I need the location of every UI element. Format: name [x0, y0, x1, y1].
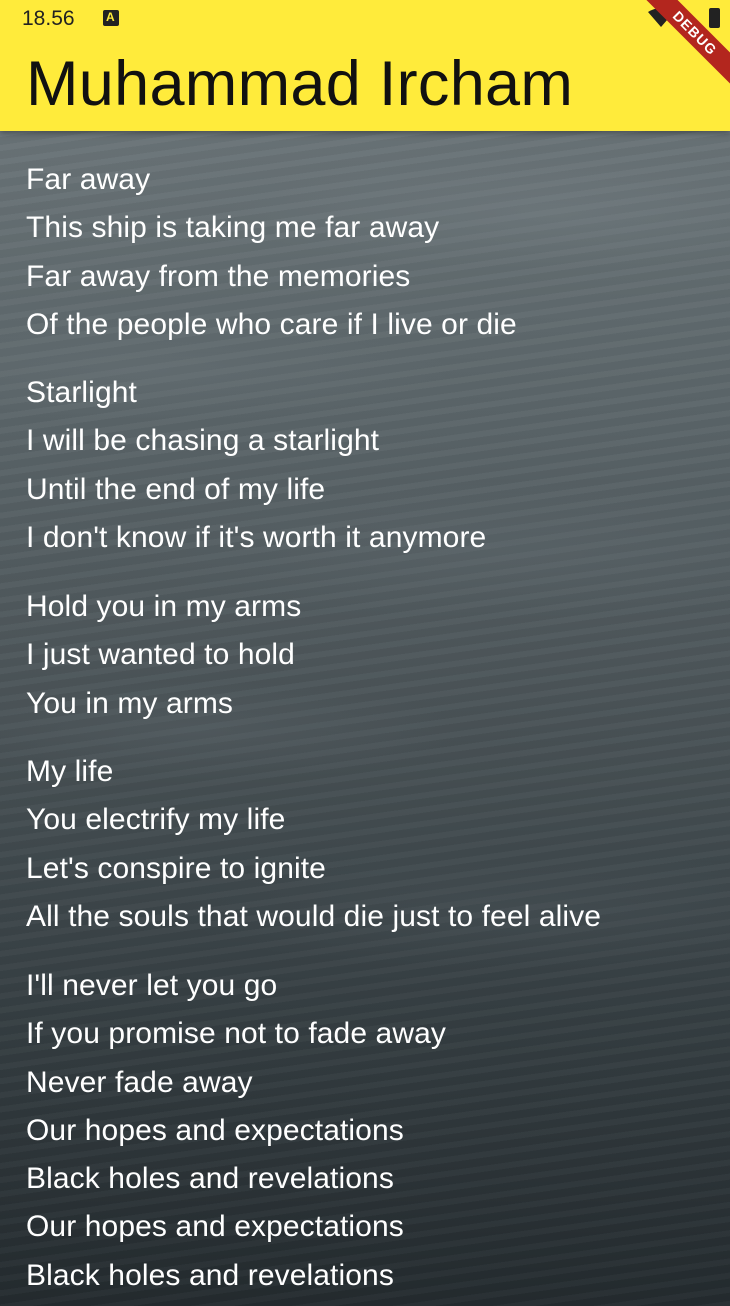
lyric-line: This ship is taking me far away [26, 211, 440, 245]
lyric-line: Black holes and revelations [26, 1162, 394, 1196]
lyric-line: You electrify my life [26, 803, 286, 837]
lyric-line: Far away from the memories [26, 259, 411, 293]
lyric-line: I don't know if it's worth it anymore [26, 520, 487, 554]
stanza-5: I'll never let you go If you promise not… [26, 962, 446, 1300]
lyric-line: All the souls that would die just to fee… [26, 899, 602, 933]
lyric-line: Hold you in my arms [26, 590, 302, 623]
lyric-line: Let's conspire to ignite [26, 851, 326, 885]
lyric-line: Never fade away [26, 1065, 253, 1099]
app-screen: 18.56 Muhammad Ircham DEBUG Far away Thi… [0, 0, 730, 1306]
lyric-line: Starlight [26, 376, 137, 409]
lyric-line: I'll never let you go [26, 969, 278, 1002]
lyric-line: Our hopes and expectations [26, 1210, 404, 1244]
lyric-line: My life [26, 755, 114, 788]
lyric-line: Far away [26, 163, 151, 196]
lyric-line: I just wanted to hold [26, 638, 295, 672]
lyrics-content: Far away This ship is taking me far away… [0, 131, 730, 1306]
lyric-line: If you promise not to fade away [26, 1017, 446, 1051]
lyric-line: Until the end of my life [26, 472, 326, 506]
battery-icon [709, 8, 720, 28]
stanza-1: Far away This ship is taking me far away… [26, 156, 517, 349]
lyric-line: Of the people who care if I live or die [26, 307, 517, 341]
lyric-line: You in my arms [26, 686, 234, 720]
stanza-2: Starlight I will be chasing a starlight … [26, 369, 486, 562]
notification-a-icon [103, 10, 119, 26]
status-bar: 18.56 [0, 0, 730, 40]
lyric-line: Our hopes and expectations [26, 1113, 404, 1147]
lyric-line: I will be chasing a starlight [26, 424, 380, 458]
app-bar: 18.56 Muhammad Ircham [0, 0, 730, 131]
page-title: Muhammad Ircham [26, 49, 574, 119]
lyric-line: Black holes and revelations [26, 1258, 394, 1292]
status-time: 18.56 [22, 7, 75, 30]
stanza-4: My life You electrify my life Let's cons… [26, 748, 601, 941]
stanza-3: Hold you in my arms I just wanted to hol… [26, 583, 301, 728]
